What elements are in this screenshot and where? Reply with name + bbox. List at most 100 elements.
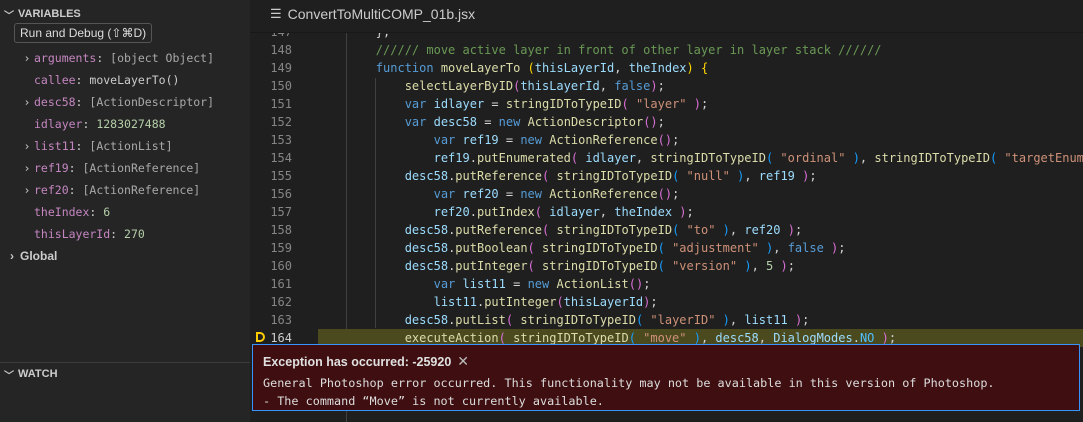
run-and-debug-tooltip: Run and Debug (⇧⌘D) — [14, 23, 153, 43]
close-icon[interactable]: ✕ — [457, 353, 469, 370]
code-token: new — [527, 277, 550, 291]
code-text: desc58.putReference( stringIDToTypeID( "… — [318, 167, 1083, 185]
variable-value: 1283027488 — [96, 117, 166, 131]
chevron-right-icon[interactable]: › — [20, 157, 34, 179]
code-token: var — [433, 133, 456, 147]
watch-section-header[interactable]: ﹀ WATCH — [0, 364, 58, 384]
code-token: desc58 — [404, 313, 449, 327]
code-text: var ref20 = new ActionReference(); — [318, 185, 1083, 203]
code-token: ( — [628, 331, 636, 345]
code-token: ref19 — [462, 133, 499, 147]
code-token: () — [643, 115, 658, 129]
scope-global[interactable]: › Global — [10, 245, 57, 267]
code-token: desc58 — [404, 241, 449, 255]
code-token: ( — [534, 205, 542, 219]
variable-name: desc58 — [34, 95, 76, 109]
code-token: putIndex — [476, 205, 535, 219]
variable-row[interactable]: › list11: [ActionList] — [20, 135, 173, 157]
variable-row[interactable]: idlayer: 1283027488 — [20, 113, 166, 135]
code-token: function — [375, 61, 434, 75]
code-token: }; — [318, 33, 390, 39]
code-token: stringIDToTypeID — [520, 313, 636, 327]
variable-name: theIndex — [34, 205, 90, 219]
code-token: "layer" — [628, 97, 694, 111]
code-token: ) — [881, 331, 889, 345]
code-token: ; — [643, 277, 651, 291]
separator: : — [68, 183, 83, 197]
chevron-right-icon[interactable]: › — [20, 179, 34, 201]
variable-row[interactable]: › ref19: [ActionReference] — [20, 157, 201, 179]
code-token: . — [852, 331, 860, 345]
debug-sidebar: ﹀ VARIABLES Run and Debug (⇧⌘D) › argumen… — [0, 0, 251, 422]
variable-name: ref19 — [34, 161, 69, 175]
code-token: list11 — [433, 295, 477, 309]
variable-row[interactable]: theIndex: 6 — [20, 201, 110, 223]
code-token: putReference — [455, 223, 542, 237]
chevron-right-icon[interactable]: › — [20, 47, 34, 69]
code-token: thisLayerId — [534, 61, 615, 75]
chevron-right-icon[interactable]: › — [20, 135, 34, 157]
code-text: list11.putInteger(thisLayerId); — [318, 293, 1083, 311]
line-number: 162 — [270, 295, 292, 309]
code-token: list11 — [744, 313, 788, 327]
code-token: ( — [657, 241, 665, 255]
code-token: ( — [527, 259, 535, 273]
code-text: var list11 = new ActionList(); — [318, 275, 1083, 293]
code-token: putBoolean — [455, 241, 528, 255]
code-token: idlayer — [433, 97, 485, 111]
code-token: ref20 — [462, 187, 499, 201]
line-number: 152 — [270, 115, 292, 129]
variable-row[interactable]: › ref20: [ActionReference] — [20, 179, 201, 201]
code-token: ) — [679, 205, 687, 219]
code-token: ; — [657, 115, 665, 129]
code-token: = — [484, 97, 506, 111]
variables-header-label: VARIABLES — [18, 8, 81, 20]
code-token: () — [628, 277, 644, 291]
code-token: , — [729, 223, 745, 237]
code-token: , — [599, 205, 615, 219]
code-token: , — [635, 151, 651, 165]
code-token: ; — [838, 241, 846, 255]
variable-row[interactable]: › arguments: [object Object] — [20, 47, 215, 69]
variable-row[interactable]: › desc58: [ActionDescriptor] — [20, 91, 215, 113]
code-line: 151 var idlayer = stringIDToTypeID( "lay… — [250, 95, 1083, 113]
exception-detail: - The command “Move” is not currently av… — [263, 394, 604, 408]
variable-row[interactable]: thisLayerId: 270 — [20, 223, 145, 245]
code-token: putEnumerated — [476, 151, 571, 165]
line-number: 150 — [270, 79, 292, 93]
code-text: desc58.putInteger( stringIDToTypeID( "ve… — [318, 257, 1083, 275]
code-token: ) — [686, 61, 694, 75]
variable-name: arguments — [34, 51, 97, 65]
code-line: 155 desc58.putReference( stringIDToTypeI… — [250, 167, 1083, 185]
separator: : — [89, 205, 104, 219]
code-token: var — [433, 187, 456, 201]
variables-section-header[interactable]: ﹀ VARIABLES — [0, 4, 81, 24]
code-token: desc58 — [433, 115, 477, 129]
code-token: stringIDToTypeID — [650, 151, 766, 165]
code-token: var — [404, 115, 427, 129]
code-token: stringIDToTypeID — [556, 169, 673, 183]
chevron-right-icon[interactable]: › — [20, 91, 34, 113]
line-number: 151 — [270, 97, 292, 111]
editor-tab[interactable]: ☰ ConvertToMultiCOMP_01b.jsx — [270, 6, 475, 22]
code-token: () — [657, 187, 673, 201]
code-token: ActionReference — [549, 187, 658, 201]
code-line: 159 desc58.putBoolean( stringIDToTypeID(… — [250, 239, 1083, 257]
variable-name: list11 — [34, 139, 76, 153]
code-token: putList — [455, 313, 506, 327]
code-token: ; — [672, 187, 680, 201]
code-token: theIndex — [614, 205, 673, 219]
code-token: new — [520, 187, 543, 201]
editor-tab-bar: ☰ ConvertToMultiCOMP_01b.jsx — [250, 0, 1083, 33]
variable-row[interactable]: callee: moveLayerTo() — [20, 69, 179, 91]
line-number: 161 — [270, 277, 292, 291]
code-token: ref20 — [433, 205, 470, 219]
code-line: 149 function moveLayerTo (thisLayerId, t… — [250, 59, 1083, 77]
file-lines-icon: ☰ — [270, 6, 282, 21]
